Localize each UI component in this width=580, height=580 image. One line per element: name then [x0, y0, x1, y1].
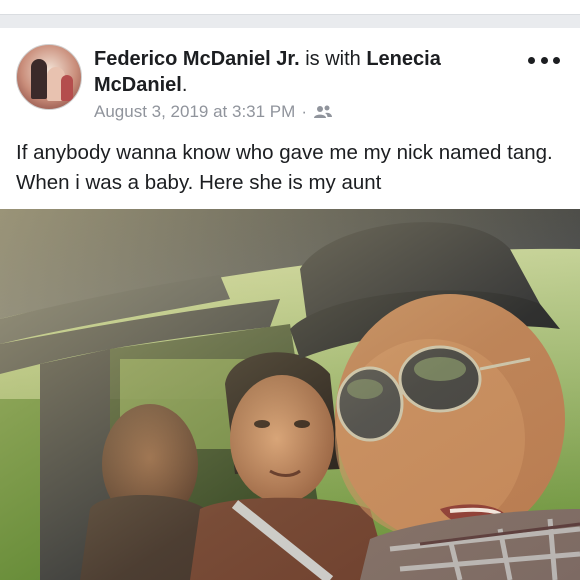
more-dot	[553, 56, 560, 64]
tagged-suffix: .	[181, 74, 188, 96]
feed-separator	[0, 0, 580, 28]
avatar-figure	[61, 75, 73, 101]
author-name-link[interactable]: Federico McDaniel Jr.	[94, 48, 300, 70]
author-line: Federico McDaniel Jr. is with Lenecia Mc…	[94, 46, 504, 98]
avatar-figure	[31, 59, 47, 99]
timestamp-link[interactable]: August 3, 2019 at 3:31 PM	[94, 102, 295, 122]
post-text: If anybody wanna know who gave me my nic…	[16, 141, 553, 194]
with-text: is with	[299, 48, 367, 70]
post-photo[interactable]	[0, 209, 580, 580]
avatar[interactable]	[16, 44, 82, 110]
friends-icon[interactable]	[313, 104, 333, 120]
more-dot	[540, 56, 548, 64]
post-meta: August 3, 2019 at 3:31 PM ·	[94, 102, 504, 122]
previous-card-edge	[0, 0, 580, 15]
post-card: Federico McDaniel Jr. is with Lenecia Mc…	[0, 28, 580, 580]
more-dot	[528, 56, 535, 64]
more-options-icon[interactable]	[528, 50, 560, 70]
post-header: Federico McDaniel Jr. is with Lenecia Mc…	[94, 46, 504, 122]
meta-separator: ·	[301, 102, 307, 121]
